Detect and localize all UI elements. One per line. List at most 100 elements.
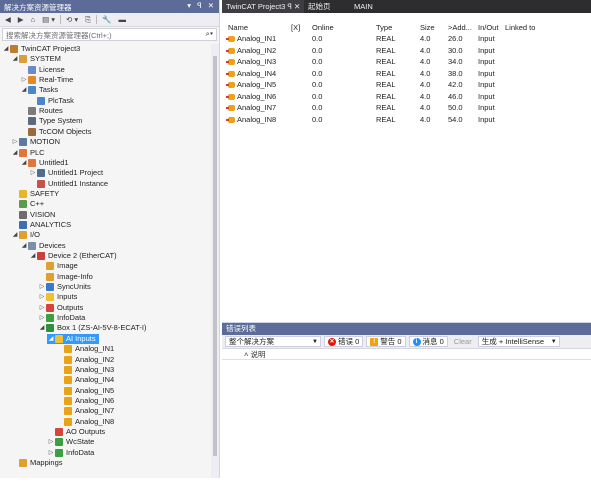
table-row[interactable]: Analog_IN8 0.0 REAL 4.0 54.0 Input bbox=[222, 114, 591, 125]
tab-start-page[interactable]: 起始页 bbox=[304, 0, 335, 13]
collapse-arrow-icon[interactable]: ▷ bbox=[47, 448, 55, 458]
tree-item[interactable]: Analog_IN5 bbox=[56, 386, 114, 396]
tree-item[interactable]: ▷ Real-Time bbox=[20, 75, 73, 85]
table-row[interactable]: Analog_IN1 0.0 REAL 4.0 26.0 Input bbox=[222, 33, 591, 44]
tab-twincat-project3[interactable]: TwinCAT Project3 ꟼ ✕ bbox=[222, 0, 305, 13]
tree-item[interactable]: C++ bbox=[11, 199, 44, 209]
table-row[interactable]: Analog_IN2 0.0 REAL 4.0 30.0 Input bbox=[222, 45, 591, 56]
collapse-arrow-icon[interactable]: ▷ bbox=[29, 168, 37, 178]
tab-pin-close-icon[interactable]: ꟼ ✕ bbox=[287, 2, 300, 11]
column-header-online[interactable]: Online bbox=[312, 22, 334, 33]
tree-item[interactable]: ▷ InfoData bbox=[38, 313, 85, 323]
tree-item[interactable]: ▷ MOTION bbox=[11, 137, 60, 147]
expand-arrow-icon[interactable]: ◢ bbox=[11, 230, 19, 240]
tree-item[interactable]: Image-Info bbox=[38, 272, 93, 282]
expand-arrow-icon[interactable]: ◢ bbox=[38, 323, 46, 333]
clear-button[interactable]: Clear bbox=[451, 337, 475, 346]
tree-item[interactable]: Analog_IN7 bbox=[56, 406, 114, 416]
home-icon[interactable]: ⌂ bbox=[29, 15, 38, 24]
collapse-arrow-icon[interactable]: ▷ bbox=[11, 137, 19, 147]
tree-item[interactable]: Analog_IN6 bbox=[56, 396, 114, 406]
tree-item[interactable]: ◢ Tasks bbox=[20, 85, 58, 95]
tree-item[interactable]: SAFETY bbox=[11, 189, 59, 199]
forward-icon[interactable]: ▶ bbox=[16, 15, 26, 24]
tree-item[interactable]: ◢ Untitled1 bbox=[20, 158, 69, 168]
tree-item[interactable]: ▷ Inputs bbox=[38, 292, 77, 302]
collapse-arrow-icon[interactable]: ▷ bbox=[38, 313, 46, 323]
copy-icon[interactable]: ⎘ bbox=[83, 15, 93, 25]
expand-arrow-icon[interactable]: ◢ bbox=[47, 334, 55, 344]
column-header-description[interactable]: 说明 bbox=[250, 350, 265, 359]
collapse-arrow-icon[interactable]: ▷ bbox=[38, 292, 46, 302]
column-header-in-out[interactable]: In/Out bbox=[478, 22, 498, 33]
tree-item[interactable]: ◢ SYSTEM bbox=[11, 54, 61, 64]
build-source-dropdown[interactable]: 生成 + IntelliSense ▼ bbox=[477, 336, 560, 347]
tree-item[interactable]: Analog_IN4 bbox=[56, 375, 114, 385]
tree-item[interactable]: ▷ Outputs bbox=[38, 303, 83, 313]
table-row[interactable]: Analog_IN5 0.0 REAL 4.0 42.0 Input bbox=[222, 79, 591, 90]
tree-item[interactable]: ◢ PLC bbox=[11, 148, 45, 158]
expand-arrow-icon[interactable]: ◢ bbox=[11, 54, 19, 64]
table-row[interactable]: Analog_IN4 0.0 REAL 4.0 38.0 Input bbox=[222, 68, 591, 79]
column-header-linked-to[interactable]: Linked to bbox=[505, 22, 535, 33]
table-row[interactable]: Analog_IN7 0.0 REAL 4.0 50.0 Input bbox=[222, 102, 591, 113]
tree-item[interactable]: ANALYTICS bbox=[11, 220, 71, 230]
tree-item[interactable]: Analog_IN1 bbox=[56, 344, 114, 354]
expand-arrow-icon[interactable]: ◢ bbox=[20, 85, 28, 95]
column-header-address[interactable]: >Add... bbox=[448, 22, 472, 33]
column-header-size[interactable]: Size bbox=[420, 22, 435, 33]
tree-item[interactable]: ▷ SyncUnits bbox=[38, 282, 91, 292]
tree-scrollbar[interactable] bbox=[211, 44, 219, 478]
column-header-x[interactable]: [X] bbox=[291, 22, 300, 33]
tree-item[interactable]: Mappings bbox=[11, 458, 63, 468]
refresh-icon[interactable]: ⟲ ▾ bbox=[64, 15, 80, 24]
tab-main[interactable]: MAIN bbox=[350, 0, 377, 13]
column-header-type[interactable]: Type bbox=[376, 22, 392, 33]
column-header-name[interactable]: Name bbox=[228, 22, 248, 33]
tree-item[interactable]: ◢ AI Inputs bbox=[47, 333, 99, 344]
collapse-arrow-icon[interactable]: ▷ bbox=[38, 282, 46, 292]
tree-item[interactable]: License bbox=[20, 65, 65, 75]
table-row[interactable]: Analog_IN6 0.0 REAL 4.0 46.0 Input bbox=[222, 91, 591, 102]
collapse-arrow-icon[interactable]: ▷ bbox=[47, 437, 55, 447]
scope-dropdown[interactable]: 整个解决方案 ▼ bbox=[225, 336, 321, 347]
tree-item[interactable]: Analog_IN3 bbox=[56, 365, 114, 375]
collapse-arrow-icon[interactable]: ▷ bbox=[20, 75, 28, 85]
tree-item[interactable]: VISION bbox=[11, 210, 55, 220]
search-icon[interactable]: ⌕▾ bbox=[206, 29, 213, 39]
collapse-arrow-icon[interactable]: ▷ bbox=[38, 303, 46, 313]
errors-filter-button[interactable]: ✕ 错误 0 bbox=[324, 336, 364, 347]
back-icon[interactable]: ◀ bbox=[3, 15, 13, 24]
warnings-filter-button[interactable]: ! 警告 0 bbox=[366, 336, 406, 347]
tree-item[interactable]: AO Outputs bbox=[47, 427, 105, 437]
tree-item[interactable]: Type System bbox=[20, 116, 82, 126]
tree-item[interactable]: Analog_IN2 bbox=[56, 355, 114, 365]
window-controls[interactable]: ▾ ꟼ ✕ bbox=[187, 1, 216, 10]
expand-arrow-icon[interactable]: ◢ bbox=[2, 44, 10, 54]
expand-arrow-icon[interactable]: ◢ bbox=[29, 251, 37, 261]
messages-filter-button[interactable]: i 消息 0 bbox=[408, 336, 448, 347]
expand-arrow-icon[interactable]: ◢ bbox=[20, 158, 28, 168]
tree-item[interactable]: Image bbox=[38, 261, 78, 271]
tree-item[interactable]: ◢ I/O bbox=[11, 230, 40, 240]
tree-item[interactable]: ◢ Devices bbox=[20, 241, 66, 251]
search-input[interactable]: 搜索解决方案资源管理器(Ctrl+;) ⌕▾ bbox=[2, 28, 217, 41]
expand-arrow-icon[interactable]: ◢ bbox=[20, 241, 28, 251]
tree-item[interactable]: ◢ Device 2 (EtherCAT) bbox=[29, 251, 117, 261]
switch-views-icon[interactable]: ▤ ▾ bbox=[40, 15, 57, 24]
tree-item[interactable]: ◢ TwinCAT Project3 bbox=[2, 44, 80, 54]
tree-item[interactable]: Untitled1 Instance bbox=[29, 179, 108, 189]
expand-arrow-icon[interactable]: ◢ bbox=[11, 148, 19, 158]
tree-item[interactable]: Routes bbox=[20, 106, 63, 116]
tree-item[interactable]: ◢ Box 1 (ZS-AI-5V-8-ECAT-I) bbox=[38, 323, 146, 333]
tree-item[interactable]: Analog_IN8 bbox=[56, 417, 114, 427]
tree-item[interactable]: ▷ Untitled1 Project bbox=[29, 168, 103, 178]
tree-item[interactable]: PlcTask bbox=[29, 96, 74, 106]
preview-icon[interactable]: ▬ bbox=[117, 15, 129, 24]
properties-wrench-icon[interactable]: 🔧 bbox=[100, 15, 113, 24]
tree-item[interactable]: ▷ InfoData bbox=[47, 448, 94, 458]
scrollbar-thumb[interactable] bbox=[213, 56, 217, 456]
tree-item[interactable]: TcCOM Objects bbox=[20, 127, 92, 137]
table-row[interactable]: Analog_IN3 0.0 REAL 4.0 34.0 Input bbox=[222, 56, 591, 67]
tree-item[interactable]: ▷ WcState bbox=[47, 437, 94, 447]
